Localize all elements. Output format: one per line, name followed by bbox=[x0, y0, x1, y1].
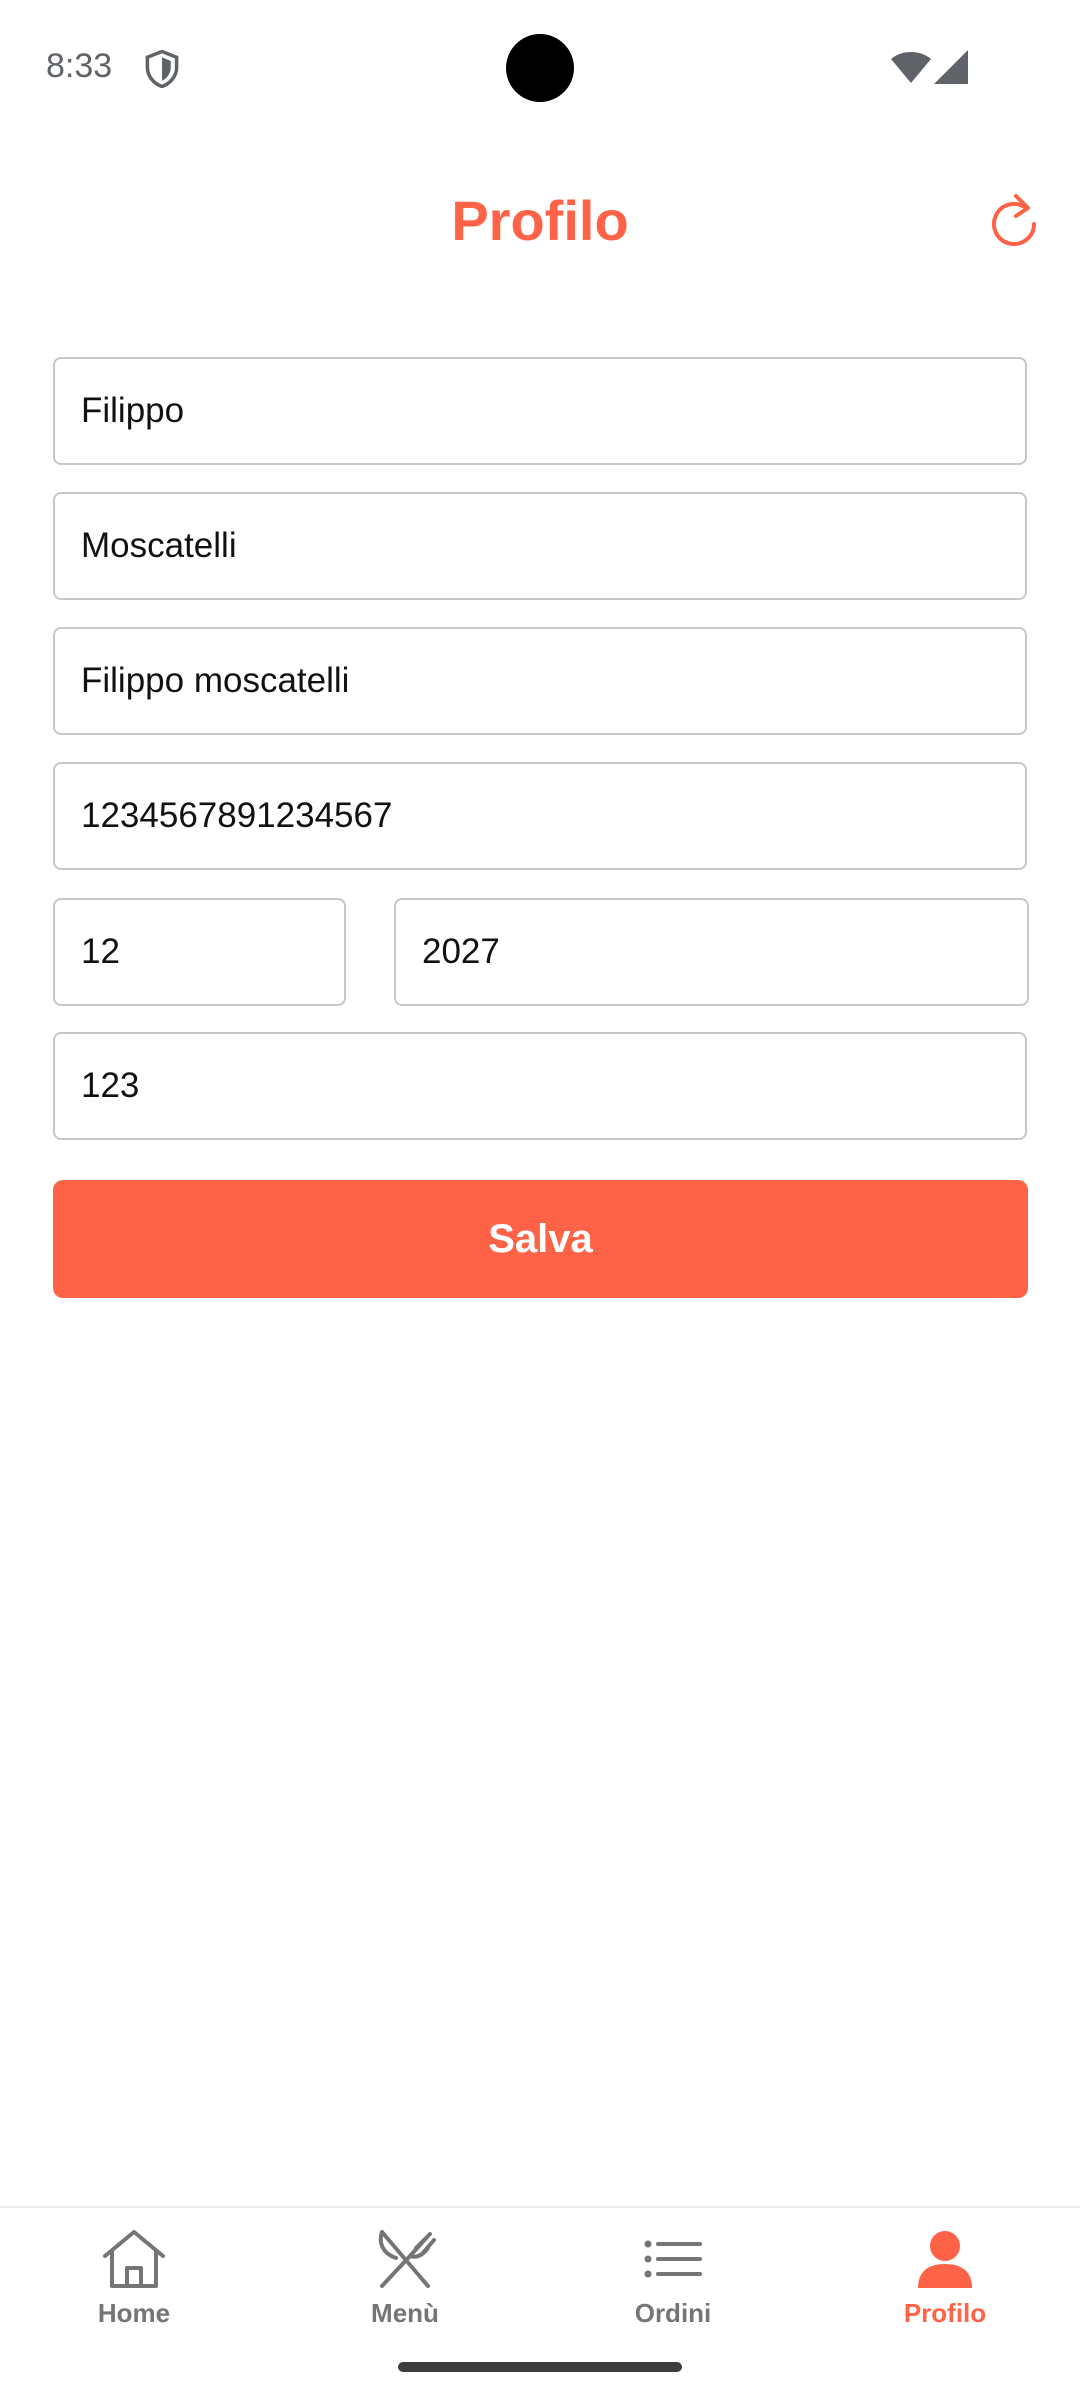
home-indicator[interactable] bbox=[398, 2362, 682, 2372]
first-name-field[interactable] bbox=[81, 359, 999, 463]
cvv-field-box bbox=[53, 1032, 1027, 1140]
nav-item-profile[interactable]: Profilo bbox=[845, 2226, 1045, 2346]
nav-label-menu: Menù bbox=[371, 2298, 439, 2328]
signal-icon bbox=[934, 50, 968, 84]
cvv-field[interactable] bbox=[81, 1034, 999, 1138]
home-icon bbox=[103, 2230, 165, 2288]
card-number-field[interactable] bbox=[81, 764, 999, 868]
card-holder-field-box bbox=[53, 627, 1027, 735]
nav-label-profile: Profilo bbox=[903, 2298, 987, 2328]
card-holder-field[interactable] bbox=[81, 629, 999, 733]
status-time: 8:33 bbox=[46, 47, 113, 85]
nav-item-home[interactable]: Home bbox=[34, 2226, 234, 2346]
last-name-field[interactable] bbox=[81, 494, 999, 598]
refresh-icon[interactable] bbox=[986, 190, 1042, 250]
camera-cutout bbox=[506, 34, 574, 102]
profile-screen: 8:33 Profilo Salva bbox=[0, 0, 1080, 2400]
nav-label-home: Home bbox=[97, 2298, 171, 2328]
cutlery-icon bbox=[378, 2230, 436, 2288]
last-name-field-box bbox=[53, 492, 1027, 600]
card-number-field-box bbox=[53, 762, 1027, 870]
wifi-icon bbox=[891, 52, 931, 83]
save-button[interactable]: Salva bbox=[53, 1180, 1028, 1298]
expiry-month-field[interactable] bbox=[81, 900, 318, 1004]
first-name-field-box bbox=[53, 357, 1027, 465]
expiry-year-field-box bbox=[394, 898, 1029, 1006]
expiry-month-field-box bbox=[53, 898, 346, 1006]
nav-label-orders: Ordini bbox=[634, 2298, 712, 2328]
person-icon bbox=[918, 2231, 972, 2288]
status-bar: 8:33 bbox=[0, 0, 1080, 132]
page-title: Profilo bbox=[451, 189, 629, 252]
shield-icon bbox=[145, 50, 179, 88]
expiry-year-field[interactable] bbox=[422, 900, 1001, 1004]
nav-item-menu[interactable]: Menù bbox=[305, 2226, 505, 2346]
nav-item-orders[interactable]: Ordini bbox=[573, 2226, 773, 2346]
list-icon bbox=[644, 2240, 702, 2278]
